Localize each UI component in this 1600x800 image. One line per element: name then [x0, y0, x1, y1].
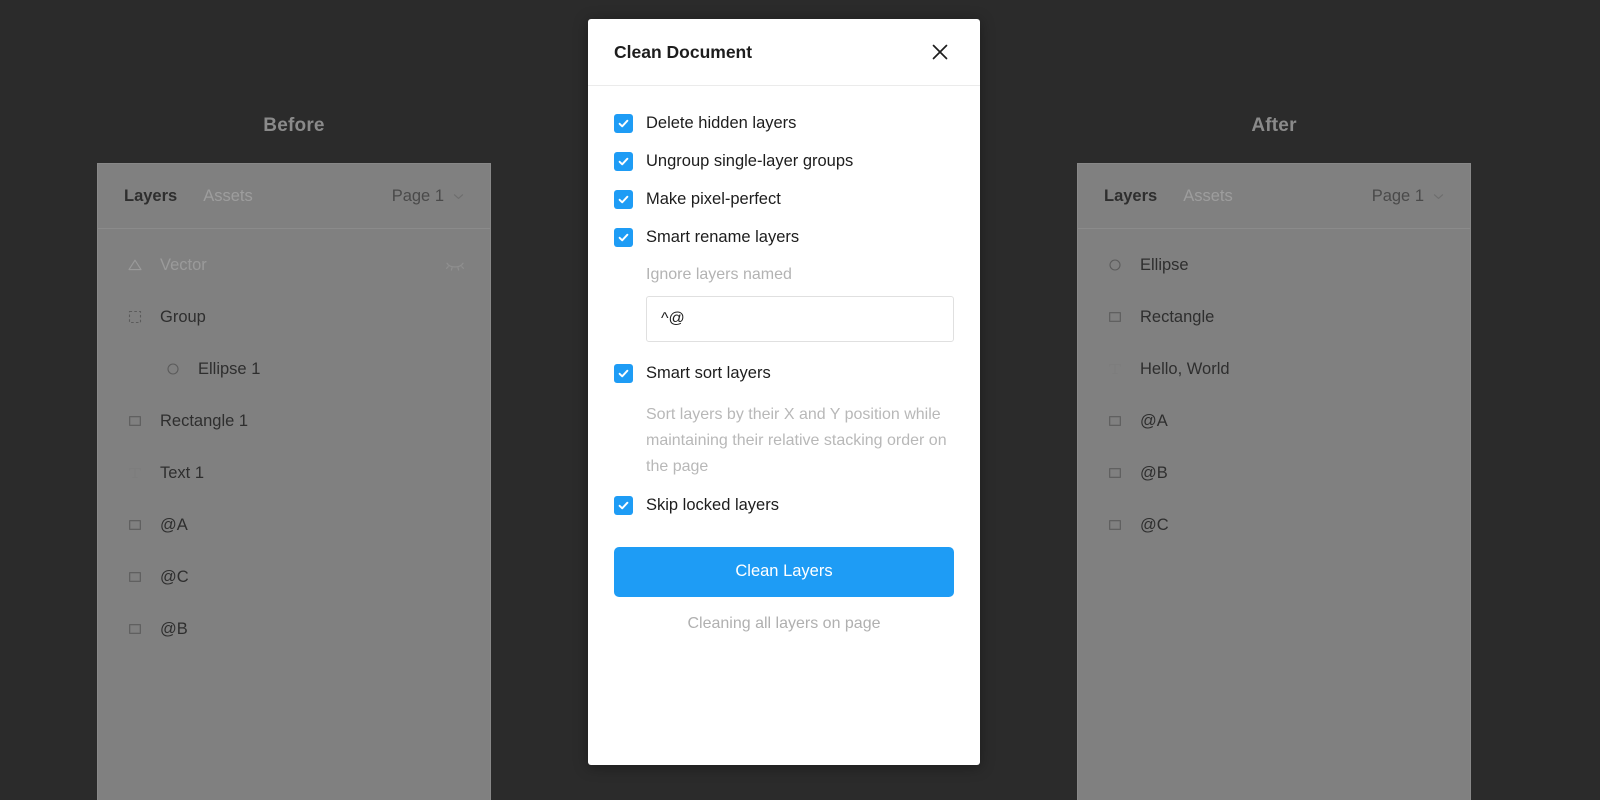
- layer-row[interactable]: @C: [1078, 499, 1470, 551]
- layer-name: Group: [160, 307, 206, 326]
- tab-assets-after[interactable]: Assets: [1183, 187, 1233, 206]
- layer-row[interactable]: @A: [98, 499, 490, 551]
- option-make-pixel-perfect[interactable]: Make pixel-perfect: [614, 190, 954, 209]
- layer-row[interactable]: Hello, World: [1078, 343, 1470, 395]
- checkbox-smart-rename-layers[interactable]: [614, 228, 633, 247]
- square-icon: [124, 514, 146, 536]
- option-skip-locked-layers[interactable]: Skip locked layers: [614, 495, 954, 515]
- layer-name: Text 1: [160, 463, 205, 482]
- dialog-header: Clean Document: [588, 19, 980, 86]
- layer-row[interactable]: @B: [98, 603, 490, 655]
- layer-name: Vector: [160, 255, 207, 274]
- layer-name: Ellipse 1: [198, 359, 261, 378]
- triangle-icon: [124, 254, 146, 276]
- layer-list-before: Vector Group Ellipse 1 Rectangle 1 Text …: [98, 229, 490, 655]
- text-t-icon: [1104, 358, 1126, 380]
- option-label: Skip locked layers: [646, 495, 779, 514]
- panel-header-after: Layers Assets Page 1: [1078, 164, 1470, 229]
- clean-layers-button[interactable]: Clean Layers: [614, 546, 954, 597]
- layer-row[interactable]: Rectangle 1: [98, 395, 490, 447]
- circle-icon: [162, 358, 184, 380]
- checkbox-smart-sort-layers[interactable]: [614, 364, 633, 383]
- smart-sort-description: Sort layers by their X and Y position wh…: [646, 406, 947, 475]
- layer-row[interactable]: Rectangle: [1078, 291, 1470, 343]
- layer-name: Ellipse: [1140, 255, 1189, 274]
- tab-assets-before[interactable]: Assets: [203, 187, 253, 206]
- layer-name: @A: [1140, 411, 1168, 430]
- before-section-label: Before: [263, 115, 325, 136]
- option-smart-rename-layers[interactable]: Smart rename layers: [614, 228, 954, 247]
- circle-icon: [1104, 254, 1126, 276]
- layer-row[interactable]: @A: [1078, 395, 1470, 447]
- layer-row[interactable]: Group: [98, 291, 490, 343]
- after-section-label: After: [1251, 115, 1297, 136]
- option-label: Make pixel-perfect: [646, 190, 781, 208]
- option-label: Smart sort layers: [646, 364, 771, 382]
- layer-name: Hello, World: [1140, 359, 1230, 378]
- square-icon: [1104, 462, 1126, 484]
- checkbox-delete-hidden-layers[interactable]: [614, 114, 633, 133]
- eye-closed-icon[interactable]: [442, 255, 468, 275]
- layer-name: @B: [1140, 463, 1168, 482]
- square-icon: [1104, 410, 1126, 432]
- chevron-down-icon: [1433, 191, 1444, 202]
- layer-row[interactable]: Text 1: [98, 447, 490, 499]
- layer-name: Rectangle: [1140, 307, 1215, 326]
- text-t-icon: [124, 462, 146, 484]
- clean-document-dialog: Clean Document Delete hidden layers Ungr…: [588, 19, 980, 765]
- layers-panel-before: Layers Assets Page 1 Vector Group Ellips…: [97, 163, 491, 800]
- chevron-down-icon: [453, 191, 464, 202]
- layer-name: @C: [1140, 515, 1169, 534]
- option-ungroup-single-layer-groups[interactable]: Ungroup single-layer groups: [614, 152, 954, 171]
- option-label: Smart rename layers: [646, 228, 800, 246]
- layer-row[interactable]: Ellipse 1: [98, 343, 490, 395]
- square-icon: [1104, 514, 1126, 536]
- option-smart-sort-layers[interactable]: Smart sort layers: [614, 364, 954, 383]
- page-selector-label-after: Page 1: [1371, 186, 1424, 205]
- page-selector-label-before: Page 1: [391, 186, 444, 205]
- square-icon: [1104, 306, 1126, 328]
- layer-row[interactable]: @C: [98, 551, 490, 603]
- close-icon[interactable]: [926, 38, 954, 66]
- layer-name: @B: [160, 619, 188, 638]
- layer-row[interactable]: @B: [1078, 447, 1470, 499]
- square-icon: [124, 618, 146, 640]
- panel-header-before: Layers Assets Page 1: [98, 164, 490, 229]
- dialog-title: Clean Document: [614, 41, 753, 62]
- dialog-body: Delete hidden layers Ungroup single-laye…: [588, 86, 980, 633]
- dashed-square-icon: [124, 306, 146, 328]
- dialog-footnote: Cleaning all layers on page: [687, 614, 881, 632]
- option-label: Delete hidden layers: [646, 114, 797, 132]
- tab-layers-after[interactable]: Layers: [1104, 187, 1157, 206]
- layer-row[interactable]: Ellipse: [1078, 239, 1470, 291]
- layer-name: @C: [160, 567, 189, 586]
- square-icon: [124, 566, 146, 588]
- ignore-layers-input[interactable]: [646, 296, 954, 342]
- ignore-layers-label: Ignore layers named: [646, 266, 792, 283]
- option-delete-hidden-layers[interactable]: Delete hidden layers: [614, 114, 954, 133]
- square-icon: [124, 410, 146, 432]
- tab-layers-before[interactable]: Layers: [124, 187, 177, 206]
- checkbox-ungroup-single-layer-groups[interactable]: [614, 152, 633, 171]
- checkbox-skip-locked-layers[interactable]: [614, 495, 633, 515]
- layer-row[interactable]: Vector: [98, 239, 490, 291]
- layer-list-after: Ellipse Rectangle Hello, World @A @B @C: [1078, 229, 1470, 551]
- layers-panel-after: Layers Assets Page 1 Ellipse Rectangle H…: [1077, 163, 1471, 800]
- layer-name: @A: [160, 515, 188, 534]
- page-selector-after[interactable]: Page 1: [1372, 187, 1444, 206]
- option-label: Ungroup single-layer groups: [646, 152, 854, 170]
- checkbox-make-pixel-perfect[interactable]: [614, 190, 633, 209]
- layer-name: Rectangle 1: [160, 411, 249, 430]
- page-selector-before[interactable]: Page 1: [392, 187, 464, 206]
